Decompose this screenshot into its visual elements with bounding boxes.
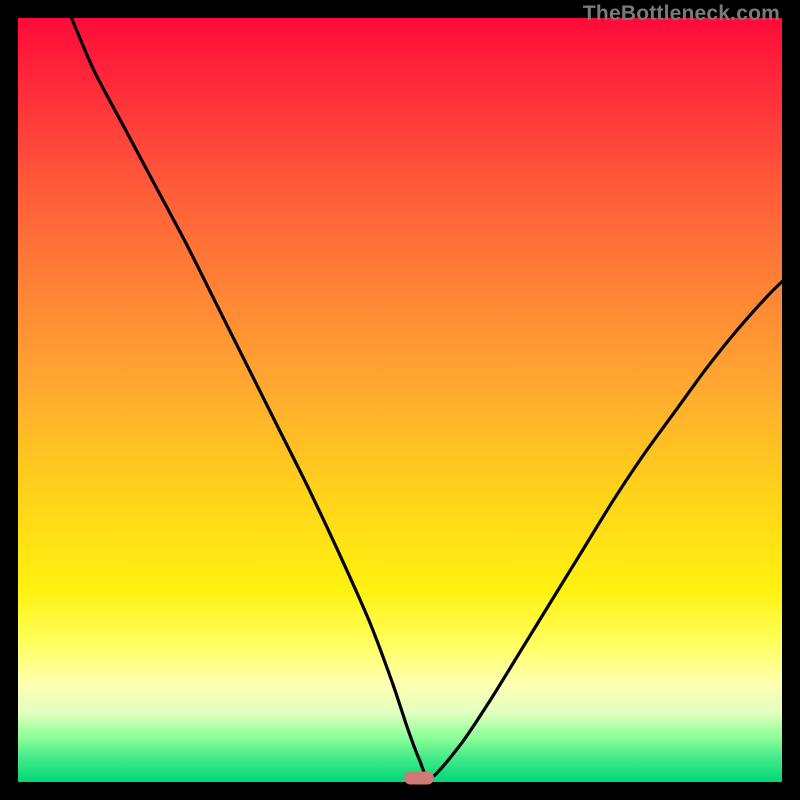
- plot-area: [18, 18, 782, 782]
- watermark-label: TheBottleneck.com: [583, 2, 780, 26]
- optimal-point-marker: [404, 772, 434, 785]
- bottleneck-curve: [18, 18, 782, 782]
- chart-frame: TheBottleneck.com: [0, 0, 800, 800]
